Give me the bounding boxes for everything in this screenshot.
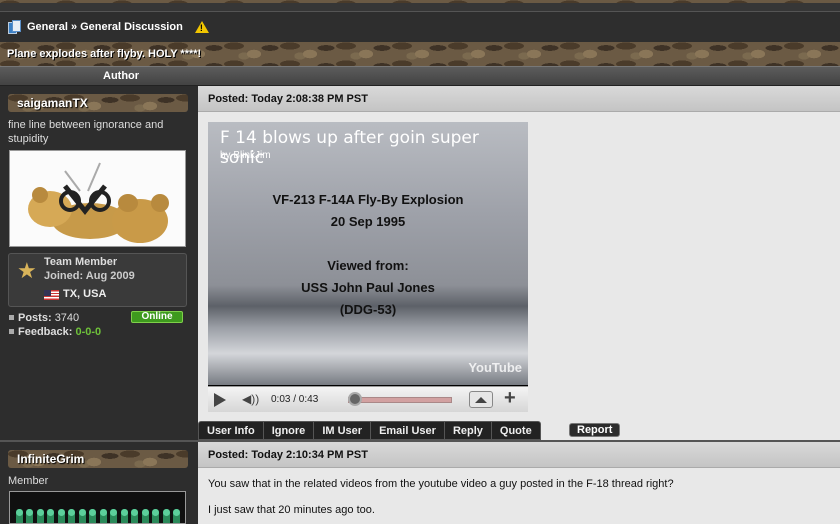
author-column-header: Author — [0, 66, 840, 86]
video-controls: ◀)) 0:03 / 0:43 + — [208, 386, 528, 412]
youtube-logo[interactable]: YouTube — [468, 360, 522, 375]
breadcrumb-forum[interactable]: General Discussion — [80, 21, 183, 33]
top-strip — [0, 0, 840, 12]
expand-icon[interactable] — [469, 391, 493, 408]
video-caption-5: (DDG-53) — [339, 302, 397, 317]
action-tabs: User Info Ignore IM User Email User Repl… — [198, 421, 541, 440]
post-body-line-1: You saw that in the related videos from … — [208, 478, 674, 490]
post-content-2: Posted: Today 2:10:34 PM PST You saw tha… — [198, 442, 840, 524]
add-icon[interactable]: + — [504, 387, 516, 410]
embedded-video[interactable]: F 14 blows up after goin super sonic by … — [208, 122, 528, 412]
username-tag[interactable]: saigamanTX — [8, 94, 188, 112]
post-author-panel: saigamanTX fine line between ignorance a… — [0, 86, 198, 440]
breadcrumb-separator: » — [70, 21, 78, 33]
video-title[interactable]: F 14 blows up after goin super sonic — [220, 128, 528, 168]
posts-value: 3740 — [54, 312, 80, 324]
video-progress-bar[interactable] — [348, 397, 452, 403]
forum-page-icon — [8, 19, 21, 35]
us-flag-icon — [44, 290, 59, 300]
video-caption-1: VF-213 F-14A Fly-By Explosion — [272, 192, 464, 207]
joined-info: Joined: Aug 2009 — [44, 270, 135, 282]
username[interactable]: saigamanTX — [17, 96, 88, 110]
post-timestamp: Posted: Today 2:08:38 PM PST — [208, 93, 368, 105]
breadcrumb: General » General Discussion ! — [0, 12, 840, 42]
email-user-button[interactable]: Email User — [371, 422, 445, 440]
post-content: Posted: Today 2:08:38 PM PST F 14 blows … — [198, 86, 840, 440]
volume-icon[interactable]: ◀)) — [242, 392, 259, 406]
post-header-2: Posted: Today 2:10:34 PM PST — [198, 442, 840, 468]
rank-star-icon: ★ — [17, 258, 37, 283]
username-2[interactable]: InfiniteGrim — [17, 452, 84, 466]
avatar — [9, 150, 186, 247]
thread-title-bar: Plane explodes after flyby. HOLY ****! — [0, 42, 840, 66]
breadcrumb-section[interactable]: General — [27, 21, 68, 33]
user-title: fine line between ignorance and stupidit… — [8, 119, 164, 145]
video-frame[interactable]: F 14 blows up after goin super sonic by … — [208, 122, 528, 385]
author-label: Author — [103, 70, 140, 82]
report-button[interactable]: Report — [569, 423, 621, 437]
im-user-button[interactable]: IM User — [314, 422, 372, 440]
feedback-label: Feedback: — [18, 326, 73, 338]
thread-title: Plane explodes after flyby. HOLY ****! — [7, 48, 202, 60]
quote-button[interactable]: Quote — [492, 422, 540, 440]
post-author-panel-2: InfiniteGrim Member — [0, 442, 198, 524]
online-status-badge: Online — [131, 311, 183, 323]
video-caption-2: 20 Sep 1995 — [330, 214, 406, 229]
user-title-2: Member — [8, 475, 49, 487]
video-author: by BlinkJim — [220, 150, 271, 161]
video-scrubber[interactable] — [348, 392, 363, 406]
joined-date: Aug 2009 — [85, 270, 135, 282]
post-count: Posts: 3740 — [9, 312, 79, 324]
feedback-value[interactable]: 0-0-0 — [75, 326, 101, 338]
rank-box: ★ Team Member Joined: Aug 2009 TX, USA — [8, 253, 187, 307]
post-header: Posted: Today 2:08:38 PM PST — [198, 86, 840, 112]
post-actions: User Info Ignore IM User Email User Repl… — [198, 421, 840, 440]
post-timestamp-2: Posted: Today 2:10:34 PM PST — [208, 449, 368, 461]
video-time: 0:03 / 0:43 — [271, 394, 319, 405]
reply-button[interactable]: Reply — [445, 422, 492, 440]
feedback: Feedback: 0-0-0 — [9, 326, 101, 338]
video-caption-3: Viewed from: — [327, 258, 409, 273]
user-info-button[interactable]: User Info — [199, 422, 264, 440]
video-caption-4: USS John Paul Jones — [301, 280, 435, 295]
joined-label: Joined: — [44, 270, 84, 282]
posts-label: Posts: — [18, 312, 52, 324]
location: TX, USA — [63, 288, 107, 300]
avatar-2 — [9, 491, 186, 524]
username-tag-2[interactable]: InfiniteGrim — [8, 450, 188, 468]
ignore-button[interactable]: Ignore — [264, 422, 315, 440]
post-body-line-2: I just saw that 20 minutes ago too. — [208, 504, 375, 516]
play-icon[interactable] — [214, 393, 226, 407]
rank-label: Team Member — [44, 256, 118, 268]
warning-icon: ! — [194, 21, 209, 33]
